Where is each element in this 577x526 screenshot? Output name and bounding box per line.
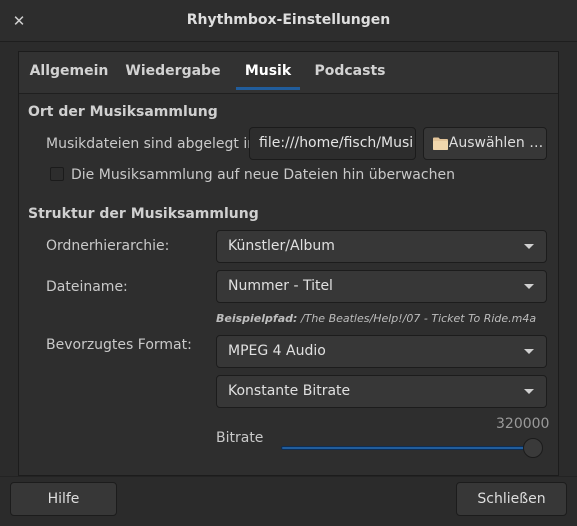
tab-wiedergabe[interactable]: Wiedergabe <box>119 52 227 92</box>
watch-library-label[interactable]: Die Musiksammlung auf neue Dateien hin ü… <box>71 167 455 183</box>
close-button[interactable]: Schließen <box>456 482 567 516</box>
filename-value: Nummer - Titel <box>228 278 333 294</box>
help-button[interactable]: Hilfe <box>10 482 117 516</box>
preferred-format-select[interactable]: MPEG 4 Audio <box>216 335 547 368</box>
bitrate-label: Bitrate <box>216 430 264 446</box>
folder-hierarchy-select[interactable]: Künstler/Album <box>216 230 547 263</box>
choose-folder-button[interactable]: Auswählen … <box>423 127 547 160</box>
preferred-format-label: Bevorzugtes Format: <box>46 337 192 353</box>
footer-separator <box>0 476 577 477</box>
window-title: Rhythmbox-Einstellungen <box>186 12 391 28</box>
folder-icon <box>433 137 448 150</box>
folder-hierarchy-value: Künstler/Album <box>228 238 335 254</box>
example-path-value: /The Beatles/Help!/07 - Ticket To Ride.m… <box>297 312 537 325</box>
dropdown-arrow-icon <box>524 244 534 249</box>
music-path-input[interactable]: file:///home/fisch/Musi <box>249 127 416 160</box>
active-tab-indicator <box>236 87 300 90</box>
dropdown-arrow-icon <box>524 389 534 394</box>
structure-section-title: Struktur der Musiksammlung <box>28 206 259 222</box>
example-path: Beispielpfad: /The Beatles/Help!/07 - Ti… <box>216 312 536 325</box>
location-section-title: Ort der Musiksammlung <box>28 104 218 120</box>
music-path-label: Musikdateien sind abgelegt in: <box>46 136 261 152</box>
tab-musik[interactable]: Musik <box>236 52 300 92</box>
encoding-preset-value: Konstante Bitrate <box>228 383 351 399</box>
filename-label: Dateiname: <box>46 279 128 295</box>
watch-library-checkbox[interactable] <box>50 167 64 181</box>
filename-select[interactable]: Nummer - Titel <box>216 270 547 303</box>
dropdown-arrow-icon <box>524 284 534 289</box>
choose-folder-label: Auswählen … <box>448 135 544 151</box>
dropdown-arrow-icon <box>524 349 534 354</box>
tab-allgemein[interactable]: Allgemein <box>19 52 119 92</box>
preferred-format-value: MPEG 4 Audio <box>228 343 326 359</box>
example-path-label: Beispielpfad: <box>216 312 298 325</box>
encoding-preset-select[interactable]: Konstante Bitrate <box>216 375 547 408</box>
folder-hierarchy-label: Ordnerhierarchie: <box>46 238 170 254</box>
bitrate-slider-handle[interactable] <box>523 438 543 458</box>
tab-podcasts[interactable]: Podcasts <box>308 52 392 92</box>
bitrate-slider-track[interactable] <box>281 446 533 450</box>
bitrate-value: 320000 <box>496 416 550 432</box>
